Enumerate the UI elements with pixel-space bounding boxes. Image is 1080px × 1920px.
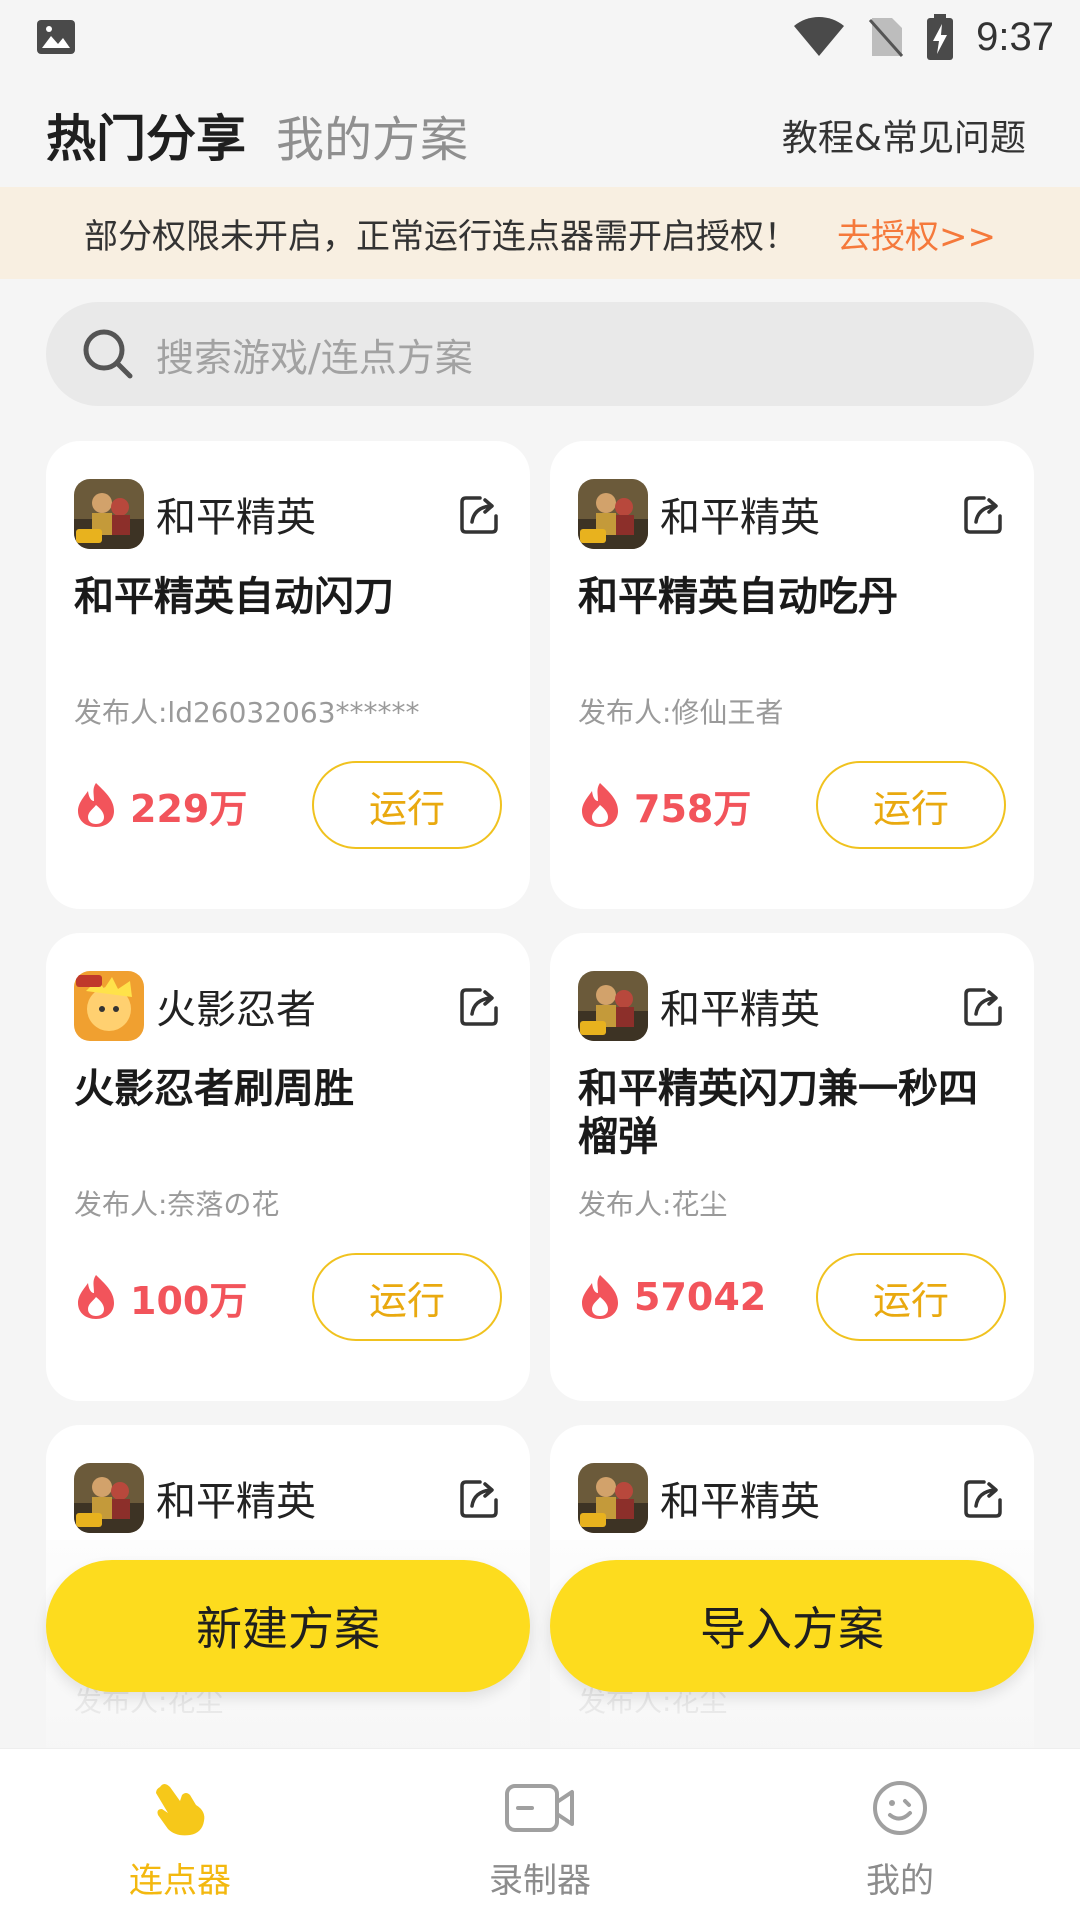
game-name: 火影忍者	[156, 987, 316, 1033]
plan-title: 和平精英闪刀兼一秒四榴弹	[578, 1066, 978, 1160]
plan-card[interactable]: 和平精英 和平精英自动吃丹 发布人:修仙王者 758万 运行	[550, 441, 1034, 909]
search-icon	[83, 329, 133, 379]
fire-icon	[582, 783, 618, 827]
peace-elite-game-icon	[578, 479, 648, 549]
game-name: 和平精英	[156, 1479, 316, 1525]
no-sim-icon	[869, 18, 904, 57]
peace-elite-game-icon	[74, 479, 144, 549]
fire-icon	[78, 783, 114, 827]
plan-publisher: 发布人:修仙王者	[578, 696, 784, 729]
status-bar: 9:37	[0, 0, 1080, 74]
permission-banner: 部分权限未开启，正常运行连点器需开启授权！ 去授权>>	[0, 187, 1080, 279]
nav-label: 录制器	[489, 1861, 591, 1901]
permission-banner-text: 部分权限未开启，正常运行连点器需开启授权！	[84, 216, 798, 257]
battery-charging-icon	[927, 14, 954, 60]
game-name: 和平精英	[660, 495, 820, 541]
share-icon[interactable]	[962, 984, 1006, 1028]
plan-card[interactable]: 和平精英 和平精英闪刀兼一秒四榴弹 发布人:花尘 57042 运行	[550, 933, 1034, 1401]
header: 热门分享 我的方案 教程&常见问题	[0, 80, 1080, 190]
plan-title: 火影忍者刷周胜	[74, 1066, 354, 1112]
share-icon[interactable]	[458, 492, 502, 536]
new-plan-button[interactable]: 新建方案	[46, 1560, 530, 1692]
heat-count: 57042	[634, 1275, 767, 1319]
plan-title: 和平精英自动吃丹	[578, 574, 898, 620]
smiley-face-icon	[873, 1781, 927, 1835]
peace-elite-game-icon	[578, 1463, 648, 1533]
naruto-game-icon	[74, 971, 144, 1041]
status-time: 9:37	[976, 14, 1054, 59]
plan-publisher: 发布人:ld26032063******	[74, 696, 420, 729]
tab-hot-shares[interactable]: 热门分享	[46, 99, 246, 171]
tutorial-faq-link[interactable]: 教程&常见问题	[782, 109, 1026, 161]
search-bar[interactable]: 搜索游戏/连点方案	[46, 302, 1034, 406]
nav-label: 连点器	[129, 1861, 231, 1901]
heat-count: 758万	[634, 786, 752, 831]
game-name: 和平精英	[660, 1479, 820, 1525]
fire-icon	[78, 1275, 114, 1319]
heat-count: 100万	[130, 1278, 248, 1323]
run-button[interactable]: 运行	[816, 761, 1006, 849]
import-plan-button[interactable]: 导入方案	[550, 1560, 1034, 1692]
nav-label: 我的	[866, 1861, 934, 1901]
video-camera-icon	[505, 1784, 574, 1832]
peace-elite-game-icon	[74, 1463, 144, 1533]
share-icon[interactable]	[458, 984, 502, 1028]
wifi-icon	[794, 17, 845, 56]
bottom-nav: 连点器 录制器 我的	[0, 1748, 1080, 1920]
peace-elite-game-icon	[578, 971, 648, 1041]
share-icon[interactable]	[458, 1476, 502, 1520]
share-icon[interactable]	[962, 1476, 1006, 1520]
game-name: 和平精英	[660, 987, 820, 1033]
share-icon[interactable]	[962, 492, 1006, 536]
nav-item-clicker[interactable]: 连点器	[0, 1749, 360, 1920]
plan-publisher: 发布人:奈落の花	[74, 1188, 280, 1221]
search-placeholder: 搜索游戏/连点方案	[156, 335, 473, 380]
fire-icon	[582, 1275, 618, 1319]
run-button[interactable]: 运行	[816, 1253, 1006, 1341]
nav-item-recorder[interactable]: 录制器	[360, 1749, 720, 1920]
nav-item-mine[interactable]: 我的	[720, 1749, 1080, 1920]
tab-my-plans[interactable]: 我的方案	[276, 100, 468, 170]
plan-publisher: 发布人:花尘	[578, 1188, 728, 1221]
run-button[interactable]: 运行	[312, 1253, 502, 1341]
authorize-link[interactable]: 去授权>>	[837, 209, 996, 258]
gallery-notification-icon	[37, 20, 75, 54]
hand-tap-icon	[156, 1784, 205, 1836]
heat-count: 229万	[130, 786, 248, 831]
plan-card[interactable]: 火影忍者 火影忍者刷周胜 发布人:奈落の花 100万 运行	[46, 933, 530, 1401]
plan-title: 和平精英自动闪刀	[74, 574, 394, 620]
game-name: 和平精英	[156, 495, 316, 541]
run-button[interactable]: 运行	[312, 761, 502, 849]
plan-card[interactable]: 和平精英 和平精英自动闪刀 发布人:ld26032063****** 229万 …	[46, 441, 530, 909]
